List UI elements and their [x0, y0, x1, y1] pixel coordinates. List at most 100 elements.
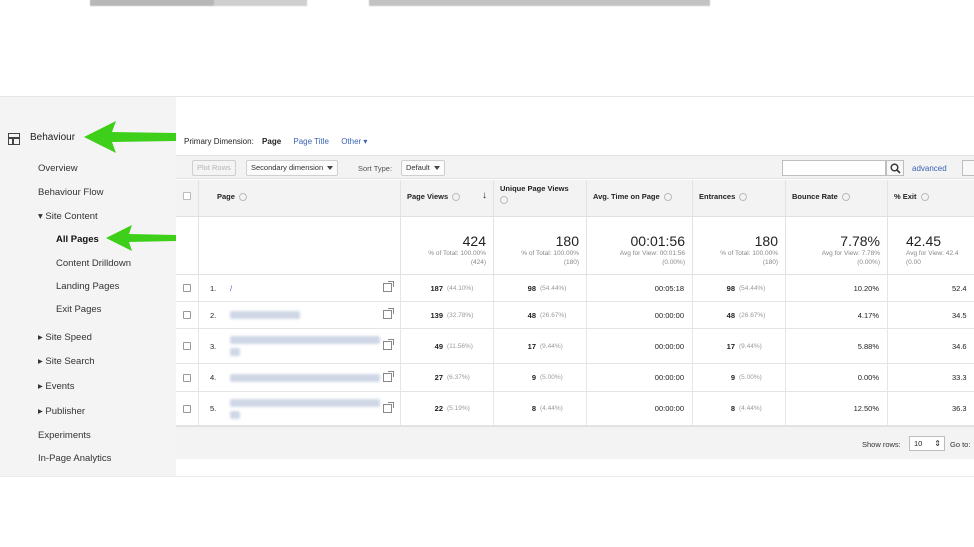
row-exit: 36.3: [952, 404, 967, 413]
table-row[interactable]: 1. / 187 (44.10%) 98 (54.44%) 00:05:18 98 (5…: [176, 275, 974, 302]
advanced-filter-link[interactable]: advanced: [912, 164, 947, 173]
help-icon: [500, 196, 508, 204]
row-entrances-pct: (54.44%): [739, 284, 766, 292]
help-icon: [238, 193, 247, 202]
totals-exit: 42.45 Avg for View: 42.4 (0.00: [888, 217, 974, 275]
row-unique-page-views: 98: [527, 283, 536, 293]
row-page-link[interactable]: /: [230, 284, 232, 293]
external-link-icon[interactable]: [383, 308, 394, 319]
external-link-icon[interactable]: [383, 401, 394, 413]
row-page-views: 27: [434, 373, 443, 382]
table-toolbar: Plot Rows Secondary dimension Sort Type:…: [176, 155, 974, 179]
row-entrances: 8: [730, 404, 735, 413]
stepper-icon: ⇕: [934, 439, 941, 448]
select-all-checkbox[interactable]: [183, 192, 191, 200]
row-entrances-pct: (26.67%): [739, 311, 766, 319]
table-row[interactable]: 5. 22 (5.19%) 8 (4.44%) 00:00:00 8 (4.44%) …: [176, 392, 974, 426]
cropped-text-top: [0, 0, 974, 10]
table-row[interactable]: 3. 49 (11.56%) 17 (9.44%) 00:00:00 17 (9.44…: [176, 329, 974, 364]
sidebar-item-overview[interactable]: Overview: [38, 163, 78, 174]
sidebar-item-content-drilldown[interactable]: Content Drilldown: [56, 258, 131, 269]
sidebar-item-site-speed[interactable]: ▸ Site Speed: [38, 332, 92, 343]
column-header-bounce-rate[interactable]: Bounce Rate: [786, 180, 888, 217]
external-link-icon[interactable]: [383, 370, 394, 382]
redacted-page-path[interactable]: [230, 336, 380, 356]
secondary-dimension-dropdown[interactable]: Secondary dimension: [246, 160, 339, 176]
help-icon: [663, 193, 672, 202]
row-index: 1.: [210, 283, 217, 293]
column-header-avg-time[interactable]: Avg. Time on Page: [587, 180, 693, 217]
bottom-divider: [0, 476, 974, 477]
row-checkbox[interactable]: [183, 373, 191, 382]
plot-rows-button[interactable]: Plot Rows: [192, 160, 236, 176]
row-page-views: 22: [434, 404, 443, 413]
row-checkbox[interactable]: [183, 342, 191, 350]
row-unique-page-views: 17: [527, 341, 536, 351]
row-bounce-rate: 10.20%: [853, 283, 879, 293]
redacted-page-path[interactable]: [230, 398, 380, 419]
column-header-page-views[interactable]: Page Views ↓: [401, 180, 494, 217]
totals-bounce-rate: 7.78% Avg for View: 7.78% (0.00%): [786, 217, 888, 275]
search-icon: [890, 163, 901, 174]
sort-type-value: Default: [406, 163, 430, 172]
redacted-page-path[interactable]: [230, 311, 300, 319]
primary-dimension-other[interactable]: Other ▾: [341, 137, 367, 146]
totals-page: [199, 217, 401, 275]
row-page-views-pct: (44.10%): [447, 284, 474, 292]
sidebar-item-events[interactable]: ▸ Events: [38, 381, 74, 392]
primary-dimension-label: Primary Dimension:: [184, 137, 254, 146]
row-index: 4.: [210, 373, 217, 382]
table-row[interactable]: 4. 27 (6.37%) 9 (5.00%) 00:00:00 9 (5.00%) …: [176, 364, 974, 392]
row-exit: 34.6: [952, 341, 967, 351]
column-header-entrances[interactable]: Entrances: [693, 180, 786, 217]
show-rows-select[interactable]: 10 ⇕: [909, 436, 945, 451]
row-bounce-rate: 0.00%: [857, 373, 879, 382]
totals-entrances: 180% of Total: 100.00% (180): [693, 217, 786, 275]
column-header-exit[interactable]: % Exit: [888, 180, 974, 217]
table-view-button[interactable]: [962, 160, 974, 176]
sidebar-section-label: Behaviour: [30, 132, 76, 143]
sidebar-item-behaviour-flow[interactable]: Behaviour Flow: [38, 187, 103, 198]
totals-page-views: 424% of Total: 100.00% (424): [401, 217, 494, 275]
table-row[interactable]: 2. 139 (32.78%) 48 (26.67%) 00:00:00 48 (26…: [176, 302, 974, 329]
sidebar-item-landing-pages[interactable]: Landing Pages: [56, 281, 119, 292]
sidebar-item-all-pages[interactable]: All Pages: [56, 234, 99, 245]
sidebar-item-in-page-analytics[interactable]: In-Page Analytics: [38, 453, 111, 464]
external-link-icon[interactable]: [383, 281, 394, 292]
search-button[interactable]: [886, 160, 904, 176]
row-avg-time: 00:00:00: [654, 341, 684, 351]
sidebar-item-exit-pages[interactable]: Exit Pages: [56, 304, 101, 315]
header-select-all[interactable]: [176, 180, 199, 217]
goto-label: Go to:: [950, 440, 971, 449]
sort-type-dropdown[interactable]: Default: [401, 160, 445, 176]
column-header-label: Page: [217, 192, 235, 201]
column-header-label: Entrances: [699, 192, 736, 201]
row-avg-time: 00:00:00: [654, 310, 684, 320]
sidebar-item-site-search[interactable]: ▸ Site Search: [38, 356, 95, 367]
table-search-input[interactable]: [782, 160, 886, 176]
chevron-down-icon: [327, 166, 334, 171]
row-index: 2.: [210, 310, 217, 320]
row-checkbox[interactable]: [183, 311, 191, 319]
table-footer: Show rows: 10 ⇕ Go to:: [176, 426, 974, 459]
redacted-page-path[interactable]: [230, 373, 380, 382]
annotation-arrow-all-pages: [106, 225, 176, 251]
row-page-views: 139: [430, 310, 443, 320]
primary-dimension-page-title[interactable]: Page Title: [293, 137, 329, 146]
sidebar-item-site-content[interactable]: ▾ Site Content: [38, 211, 98, 222]
show-rows-value: 10: [914, 439, 923, 448]
sidebar-item-experiments[interactable]: Experiments: [38, 430, 91, 441]
column-header-unique-page-views[interactable]: Unique Page Views: [494, 180, 587, 217]
sidebar-item-publisher[interactable]: ▸ Publisher: [38, 406, 85, 417]
row-page-cell: 1. /: [199, 275, 401, 301]
row-bounce-rate: 5.88%: [857, 341, 879, 351]
report-icon: [8, 133, 20, 145]
chevron-down-icon: [433, 166, 440, 171]
column-header-page[interactable]: Page: [199, 180, 401, 217]
row-checkbox[interactable]: [183, 284, 191, 292]
row-checkbox[interactable]: [183, 404, 191, 413]
row-index: 5.: [210, 404, 217, 413]
external-link-icon[interactable]: [383, 339, 394, 350]
annotation-arrow-behaviour: [84, 121, 176, 153]
row-unique-page-views-pct: (54.44%): [540, 284, 567, 292]
